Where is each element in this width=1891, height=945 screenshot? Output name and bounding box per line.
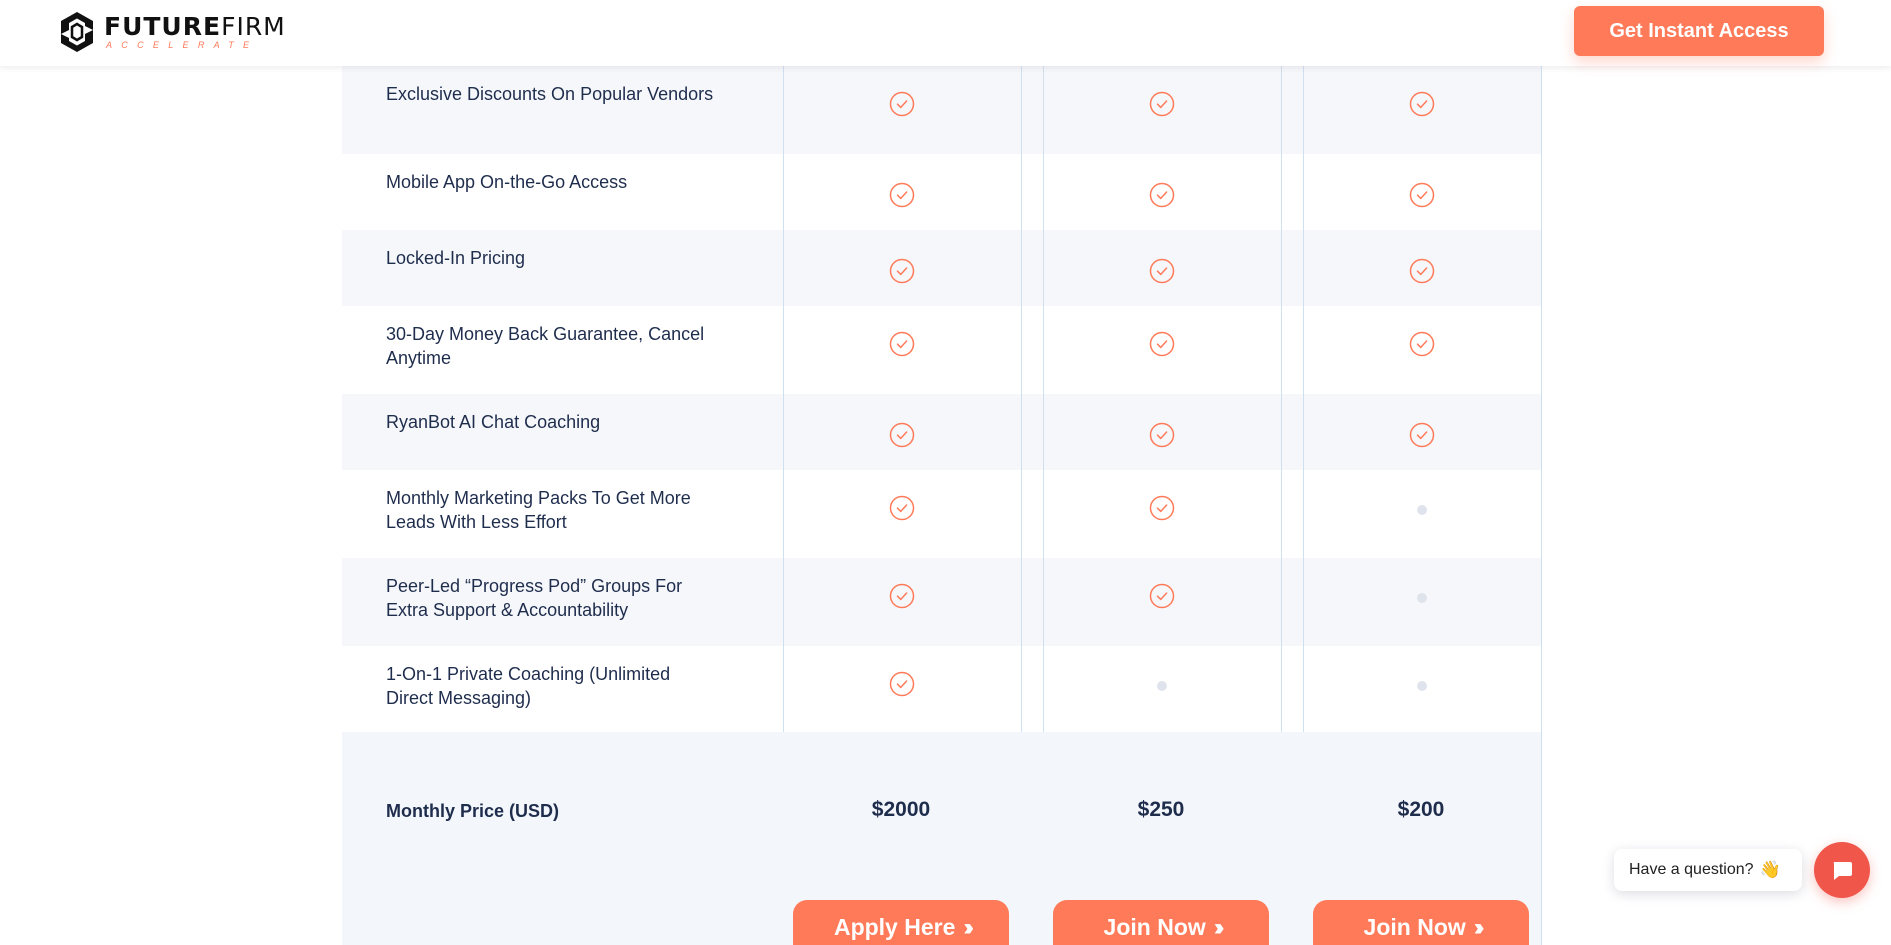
check-circle-icon (1149, 182, 1175, 208)
check-circle-icon (1149, 331, 1175, 357)
feature-label: Locked-In Pricing (386, 248, 526, 268)
feature-row: Peer-Led “Progress Pod” Groups For Extra… (342, 558, 1541, 646)
check-circle-icon (889, 671, 915, 697)
feature-row: Locked-In Pricing (342, 230, 1541, 306)
top-header: FUTUREFIRM ACCELERATE Get Instant Access (0, 0, 1891, 66)
not-included-dot (1157, 681, 1167, 691)
column-divider (1541, 66, 1542, 945)
chat-prompt-bubble[interactable]: Have a question? 👋 (1614, 849, 1802, 891)
not-included-dot (1417, 681, 1427, 691)
monthly-price-row: Monthly Price (USD) $2000 $250 $200 (342, 732, 1541, 857)
check-circle-icon (889, 182, 915, 208)
check-circle-icon (1409, 258, 1435, 284)
feature-row: Monthly Marketing Packs To Get More Lead… (342, 470, 1541, 558)
chat-icon (1833, 862, 1852, 880)
feature-label: 1-On-1 Private Coaching (Unlimited Direc… (386, 664, 671, 708)
not-included-dot (1417, 505, 1427, 515)
logo-mark-icon (61, 12, 93, 52)
apply-here-button[interactable]: Apply Here › › (793, 900, 1009, 945)
feature-label: RyanBot AI Chat Coaching (386, 412, 601, 432)
check-circle-icon (1409, 91, 1435, 117)
join-now-button[interactable]: Join Now › › (1313, 900, 1529, 945)
double-chevron-right-icon: › › (963, 914, 973, 941)
logo-tagline: ACCELERATE (106, 40, 259, 50)
price-tier-2: $250 (1137, 798, 1185, 821)
feature-label: 30-Day Money Back Guarantee, Cancel Anyt… (386, 324, 705, 368)
feature-row: RyanBot AI Chat Coaching (342, 394, 1541, 470)
price-tier-1: $2000 (871, 798, 931, 821)
check-circle-icon (1149, 583, 1175, 609)
check-circle-icon (889, 331, 915, 357)
double-chevron-right-icon: › › (1213, 914, 1224, 941)
feature-label: Peer-Led “Progress Pod” Groups For Extra… (386, 576, 683, 620)
feature-label: Exclusive Discounts On Popular Vendors (386, 84, 714, 104)
chat-launcher-button[interactable] (1814, 842, 1870, 898)
double-chevron-right-icon: › › (1473, 914, 1484, 941)
check-circle-icon (1149, 495, 1175, 521)
waving-hand-icon: 👋 (1759, 860, 1781, 879)
feature-label: Monthly Marketing Packs To Get More Lead… (386, 488, 691, 532)
futurefirm-logo[interactable]: FUTUREFIRM ACCELERATE (58, 10, 286, 54)
logo-wordmark: FUTUREFIRM (104, 12, 286, 41)
check-circle-icon (1409, 182, 1435, 208)
get-instant-access-button[interactable]: Get Instant Access (1574, 6, 1824, 56)
monthly-price-label: Monthly Price (USD) (386, 801, 560, 821)
feature-row: 30-Day Money Back Guarantee, Cancel Anyt… (342, 306, 1541, 394)
check-circle-icon (1409, 422, 1435, 448)
feature-label: Mobile App On-the-Go Access (386, 172, 628, 192)
check-circle-icon (889, 258, 915, 284)
check-circle-icon (889, 91, 915, 117)
price-tier-3: $200 (1397, 798, 1445, 821)
feature-row: Exclusive Discounts On Popular Vendors (342, 66, 1541, 154)
check-circle-icon (1149, 258, 1175, 284)
join-now-button[interactable]: Join Now › › (1053, 900, 1269, 945)
check-circle-icon (1409, 331, 1435, 357)
feature-row: 1-On-1 Private Coaching (Unlimited Direc… (342, 646, 1541, 734)
feature-row: Mobile App On-the-Go Access (342, 154, 1541, 230)
chat-prompt-text: Have a question? (1629, 861, 1754, 878)
feature-comparison-table: Exclusive Discounts On Popular Vendors Mo… (342, 66, 1541, 734)
check-circle-icon (889, 583, 915, 609)
check-circle-icon (1149, 91, 1175, 117)
check-circle-icon (1149, 422, 1175, 448)
not-included-dot (1417, 593, 1427, 603)
check-circle-icon (889, 422, 915, 448)
check-circle-icon (889, 495, 915, 521)
